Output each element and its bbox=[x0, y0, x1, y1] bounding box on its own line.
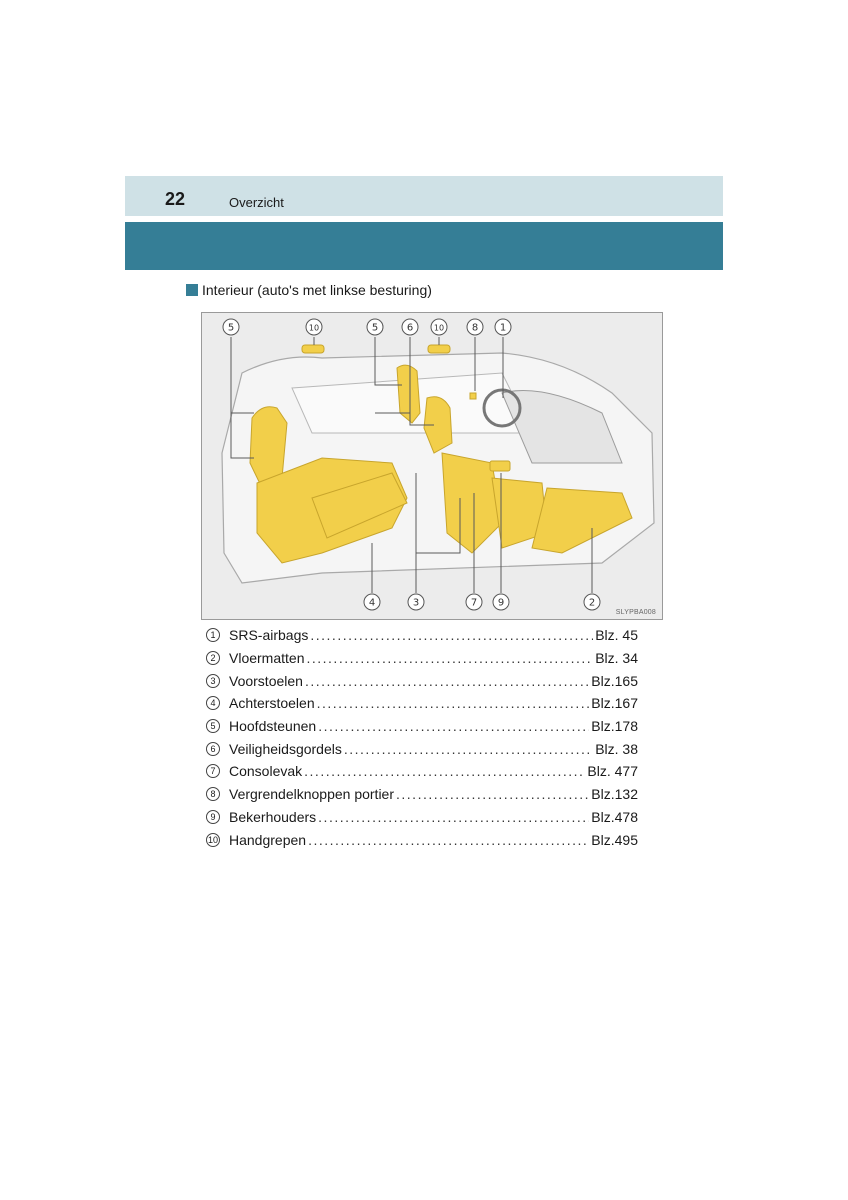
page-reference: Blz.495 bbox=[591, 831, 638, 848]
item-label: Vloermatten bbox=[229, 650, 305, 667]
header-band bbox=[125, 176, 723, 216]
callout-7: 7 bbox=[465, 593, 483, 611]
legend-list: 1SRS-airbagsBlz. 452VloermattenBlz. 343V… bbox=[206, 624, 638, 851]
item-number-badge: 7 bbox=[206, 764, 220, 779]
svg-text:6: 6 bbox=[407, 323, 413, 334]
legend-item: 9 Bekerhouders Blz.478 bbox=[206, 806, 638, 829]
subheading-text: Interieur (auto's met linkse besturing) bbox=[202, 282, 432, 298]
item-number-badge: 6 bbox=[206, 741, 220, 756]
item-number-badge: 10 bbox=[206, 832, 220, 847]
item-label: Voorstoelen bbox=[229, 672, 303, 689]
item-label: Vergrendelknoppen portier bbox=[229, 786, 395, 803]
svg-text:7: 7 bbox=[471, 598, 477, 609]
item-number-badge: 8 bbox=[206, 787, 220, 802]
legend-item: 7 Consolevak Blz. 477 bbox=[206, 760, 638, 783]
dot-leader bbox=[318, 718, 589, 734]
callout-10: 10 bbox=[430, 318, 448, 336]
legend-item: 10 Handgrepen Blz.495 bbox=[206, 828, 638, 851]
callout-3: 3 bbox=[407, 593, 425, 611]
item-label: Consolevak bbox=[229, 763, 303, 780]
page-reference: Blz. 477 bbox=[587, 763, 638, 780]
page-reference: Blz.132 bbox=[591, 786, 638, 803]
page-reference: Blz.167 bbox=[591, 695, 638, 712]
handle-left bbox=[301, 344, 325, 354]
interior-illustration: 5 10 5 6 10 8 1 4 3 7 9 2 SLYPBA008 bbox=[201, 312, 663, 620]
item-number-badge: 2 bbox=[206, 651, 220, 666]
dot-leader bbox=[304, 763, 585, 779]
dot-leader bbox=[317, 695, 590, 711]
item-number-badge: 3 bbox=[206, 673, 220, 688]
item-label: Achterstoelen bbox=[229, 695, 315, 712]
page-reference: Blz.178 bbox=[591, 718, 638, 735]
page-reference: Blz.478 bbox=[591, 808, 638, 825]
item-number-badge: 5 bbox=[206, 719, 220, 734]
svg-text:9: 9 bbox=[498, 598, 504, 609]
svg-text:3: 3 bbox=[413, 598, 419, 609]
car-interior-drawing: 5 10 5 6 10 8 1 4 3 7 9 2 bbox=[221, 318, 655, 611]
item-number-badge: 9 bbox=[206, 809, 220, 824]
svg-text:8: 8 bbox=[472, 323, 478, 334]
dot-leader bbox=[310, 627, 593, 643]
handle-right bbox=[427, 344, 451, 354]
section-title: Overzicht bbox=[229, 195, 284, 210]
legend-item: 6 Veiligheidsgordels Blz. 38 bbox=[206, 737, 638, 760]
dot-leader bbox=[305, 673, 589, 689]
item-number-badge: 1 bbox=[206, 628, 220, 643]
legend-item: 4 Achterstoelen Blz.167 bbox=[206, 692, 638, 715]
figure-code: SLYPBA008 bbox=[615, 609, 656, 616]
legend-item: 2 Vloermatten Blz. 34 bbox=[206, 647, 638, 670]
callout-5: 5 bbox=[366, 318, 384, 336]
callout-4: 4 bbox=[363, 593, 381, 611]
item-label: Bekerhouders bbox=[229, 808, 317, 825]
page-reference: Blz.165 bbox=[591, 672, 638, 689]
dot-leader bbox=[396, 786, 589, 802]
subheading: Interieur (auto's met linkse besturing) bbox=[186, 282, 432, 298]
item-number-badge: 4 bbox=[206, 696, 220, 711]
callout-9: 9 bbox=[492, 593, 510, 611]
legend-item: 5 Hoofdsteunen Blz.178 bbox=[206, 715, 638, 738]
page-reference: Blz. 38 bbox=[595, 740, 638, 757]
svg-text:4: 4 bbox=[369, 598, 375, 609]
svg-text:2: 2 bbox=[589, 598, 595, 609]
dot-leader bbox=[318, 809, 589, 825]
svg-text:10: 10 bbox=[434, 324, 444, 333]
dot-leader bbox=[308, 832, 589, 848]
dot-leader bbox=[306, 650, 593, 666]
cup-holder bbox=[489, 460, 511, 472]
callout-5: 5 bbox=[222, 318, 240, 336]
item-label: SRS-airbags bbox=[229, 627, 309, 644]
callout-2: 2 bbox=[583, 593, 601, 611]
legend-item: 3 Voorstoelen Blz.165 bbox=[206, 669, 638, 692]
item-label: Handgrepen bbox=[229, 831, 307, 848]
callout-1: 1 bbox=[494, 318, 512, 336]
page-reference: Blz. 45 bbox=[595, 627, 638, 644]
header-bar bbox=[125, 222, 723, 270]
lock-button bbox=[469, 392, 477, 400]
svg-text:1: 1 bbox=[500, 323, 506, 334]
item-label: Veiligheidsgordels bbox=[229, 740, 342, 757]
svg-text:10: 10 bbox=[309, 324, 319, 333]
svg-text:5: 5 bbox=[228, 323, 234, 334]
dot-leader bbox=[344, 741, 593, 757]
page-number: 22 bbox=[165, 189, 186, 209]
legend-item: 8 Vergrendelknoppen portier Blz.132 bbox=[206, 783, 638, 806]
page-reference: Blz. 34 bbox=[595, 650, 638, 667]
item-label: Hoofdsteunen bbox=[229, 718, 317, 735]
callout-6: 6 bbox=[401, 318, 419, 336]
square-bullet-icon bbox=[186, 284, 198, 296]
callout-10: 10 bbox=[305, 318, 323, 336]
svg-text:5: 5 bbox=[372, 323, 378, 334]
callout-8: 8 bbox=[466, 318, 484, 336]
legend-item: 1 SRS-airbags Blz. 45 bbox=[206, 624, 638, 647]
